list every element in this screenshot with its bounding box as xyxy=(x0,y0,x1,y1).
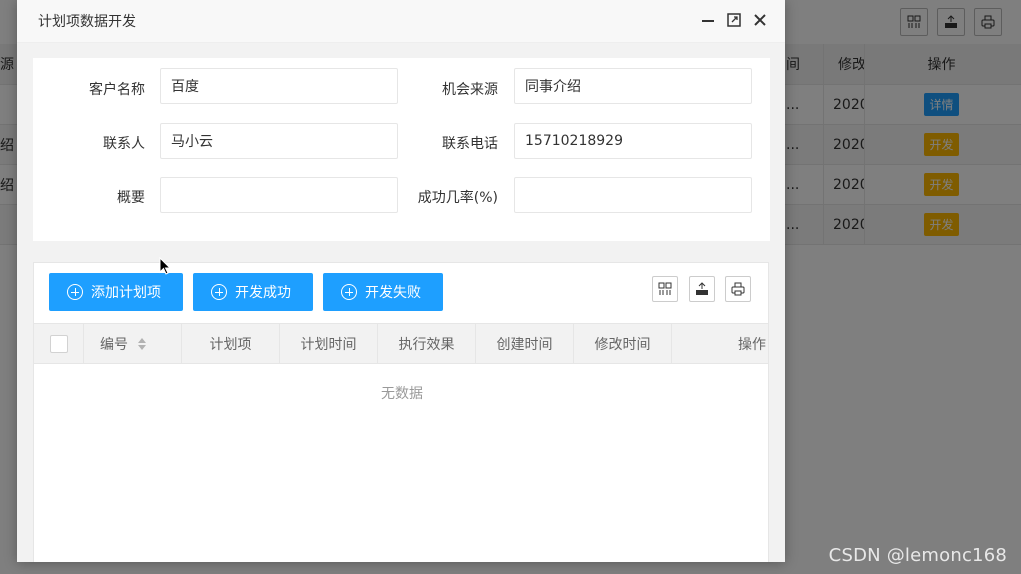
form-card: 客户名称 机会来源 联系人 联系电话 概要 成功几率(%) xyxy=(33,58,770,241)
dev-success-label: 开发成功 xyxy=(235,285,291,301)
dialog-title: 计划项数据开发 xyxy=(38,14,136,30)
add-circle-icon xyxy=(341,284,357,300)
minimize-icon xyxy=(702,20,714,22)
phone-label: 联系电话 xyxy=(442,136,498,152)
export-icon xyxy=(696,282,708,295)
columns-icon xyxy=(658,282,672,295)
add-circle-icon xyxy=(211,284,227,300)
customer-name-label: 客户名称 xyxy=(89,82,145,98)
plan-development-dialog: 计划项数据开发 客户名称 机会来源 联系人 联系电话 概要 成功几率(%) 添加… xyxy=(17,0,785,562)
col-create-time: 创建时间 xyxy=(476,324,574,363)
mouse-cursor-icon xyxy=(159,257,171,275)
col-plan-time: 计划时间 xyxy=(280,324,378,363)
close-icon xyxy=(754,14,766,26)
add-plan-button[interactable]: 添加计划项 xyxy=(49,273,183,311)
select-all-cell xyxy=(34,324,84,363)
columns-filter-button[interactable] xyxy=(652,276,678,302)
add-circle-icon xyxy=(67,284,83,300)
select-all-checkbox[interactable] xyxy=(49,334,68,353)
close-button[interactable] xyxy=(751,11,769,29)
plan-table-card: 添加计划项 开发成功 开发失败 编号 计划项 计划时间 执行效果 创建时间 修改… xyxy=(33,262,769,562)
dev-fail-button[interactable]: 开发失败 xyxy=(323,273,443,311)
col-effect: 执行效果 xyxy=(378,324,476,363)
sort-icon[interactable] xyxy=(138,337,146,350)
print-button[interactable] xyxy=(725,276,751,302)
col-number[interactable]: 编号 xyxy=(84,324,182,363)
success-rate-input[interactable] xyxy=(514,177,752,213)
table-toolbar: 添加计划项 开发成功 开发失败 xyxy=(34,263,768,324)
col-modify-time: 修改时间 xyxy=(574,324,672,363)
summary-label: 概要 xyxy=(117,190,145,206)
export-button[interactable] xyxy=(689,276,715,302)
maximize-icon xyxy=(727,13,741,27)
dev-success-button[interactable]: 开发成功 xyxy=(193,273,313,311)
add-plan-label: 添加计划项 xyxy=(91,285,161,301)
contact-label: 联系人 xyxy=(103,136,145,152)
empty-state: 无数据 xyxy=(381,386,423,402)
opportunity-source-label: 机会来源 xyxy=(442,82,498,98)
dialog-title-bar[interactable]: 计划项数据开发 xyxy=(17,0,785,43)
phone-input[interactable] xyxy=(514,123,752,159)
minimize-button[interactable] xyxy=(699,11,717,29)
success-rate-label: 成功几率(%) xyxy=(417,190,498,206)
opportunity-source-input[interactable] xyxy=(514,68,752,104)
maximize-button[interactable] xyxy=(725,11,743,29)
summary-input[interactable] xyxy=(160,177,398,213)
col-number-label: 编号 xyxy=(100,336,128,353)
print-icon xyxy=(731,282,745,296)
table-header: 编号 计划项 计划时间 执行效果 创建时间 修改时间 操作 xyxy=(34,324,768,364)
col-action: 操作 xyxy=(738,336,766,353)
watermark: CSDN @lemonc168 xyxy=(828,545,1007,566)
col-plan-item: 计划项 xyxy=(182,324,280,363)
dev-fail-label: 开发失败 xyxy=(365,285,421,301)
contact-input[interactable] xyxy=(160,123,398,159)
customer-name-input[interactable] xyxy=(160,68,398,104)
